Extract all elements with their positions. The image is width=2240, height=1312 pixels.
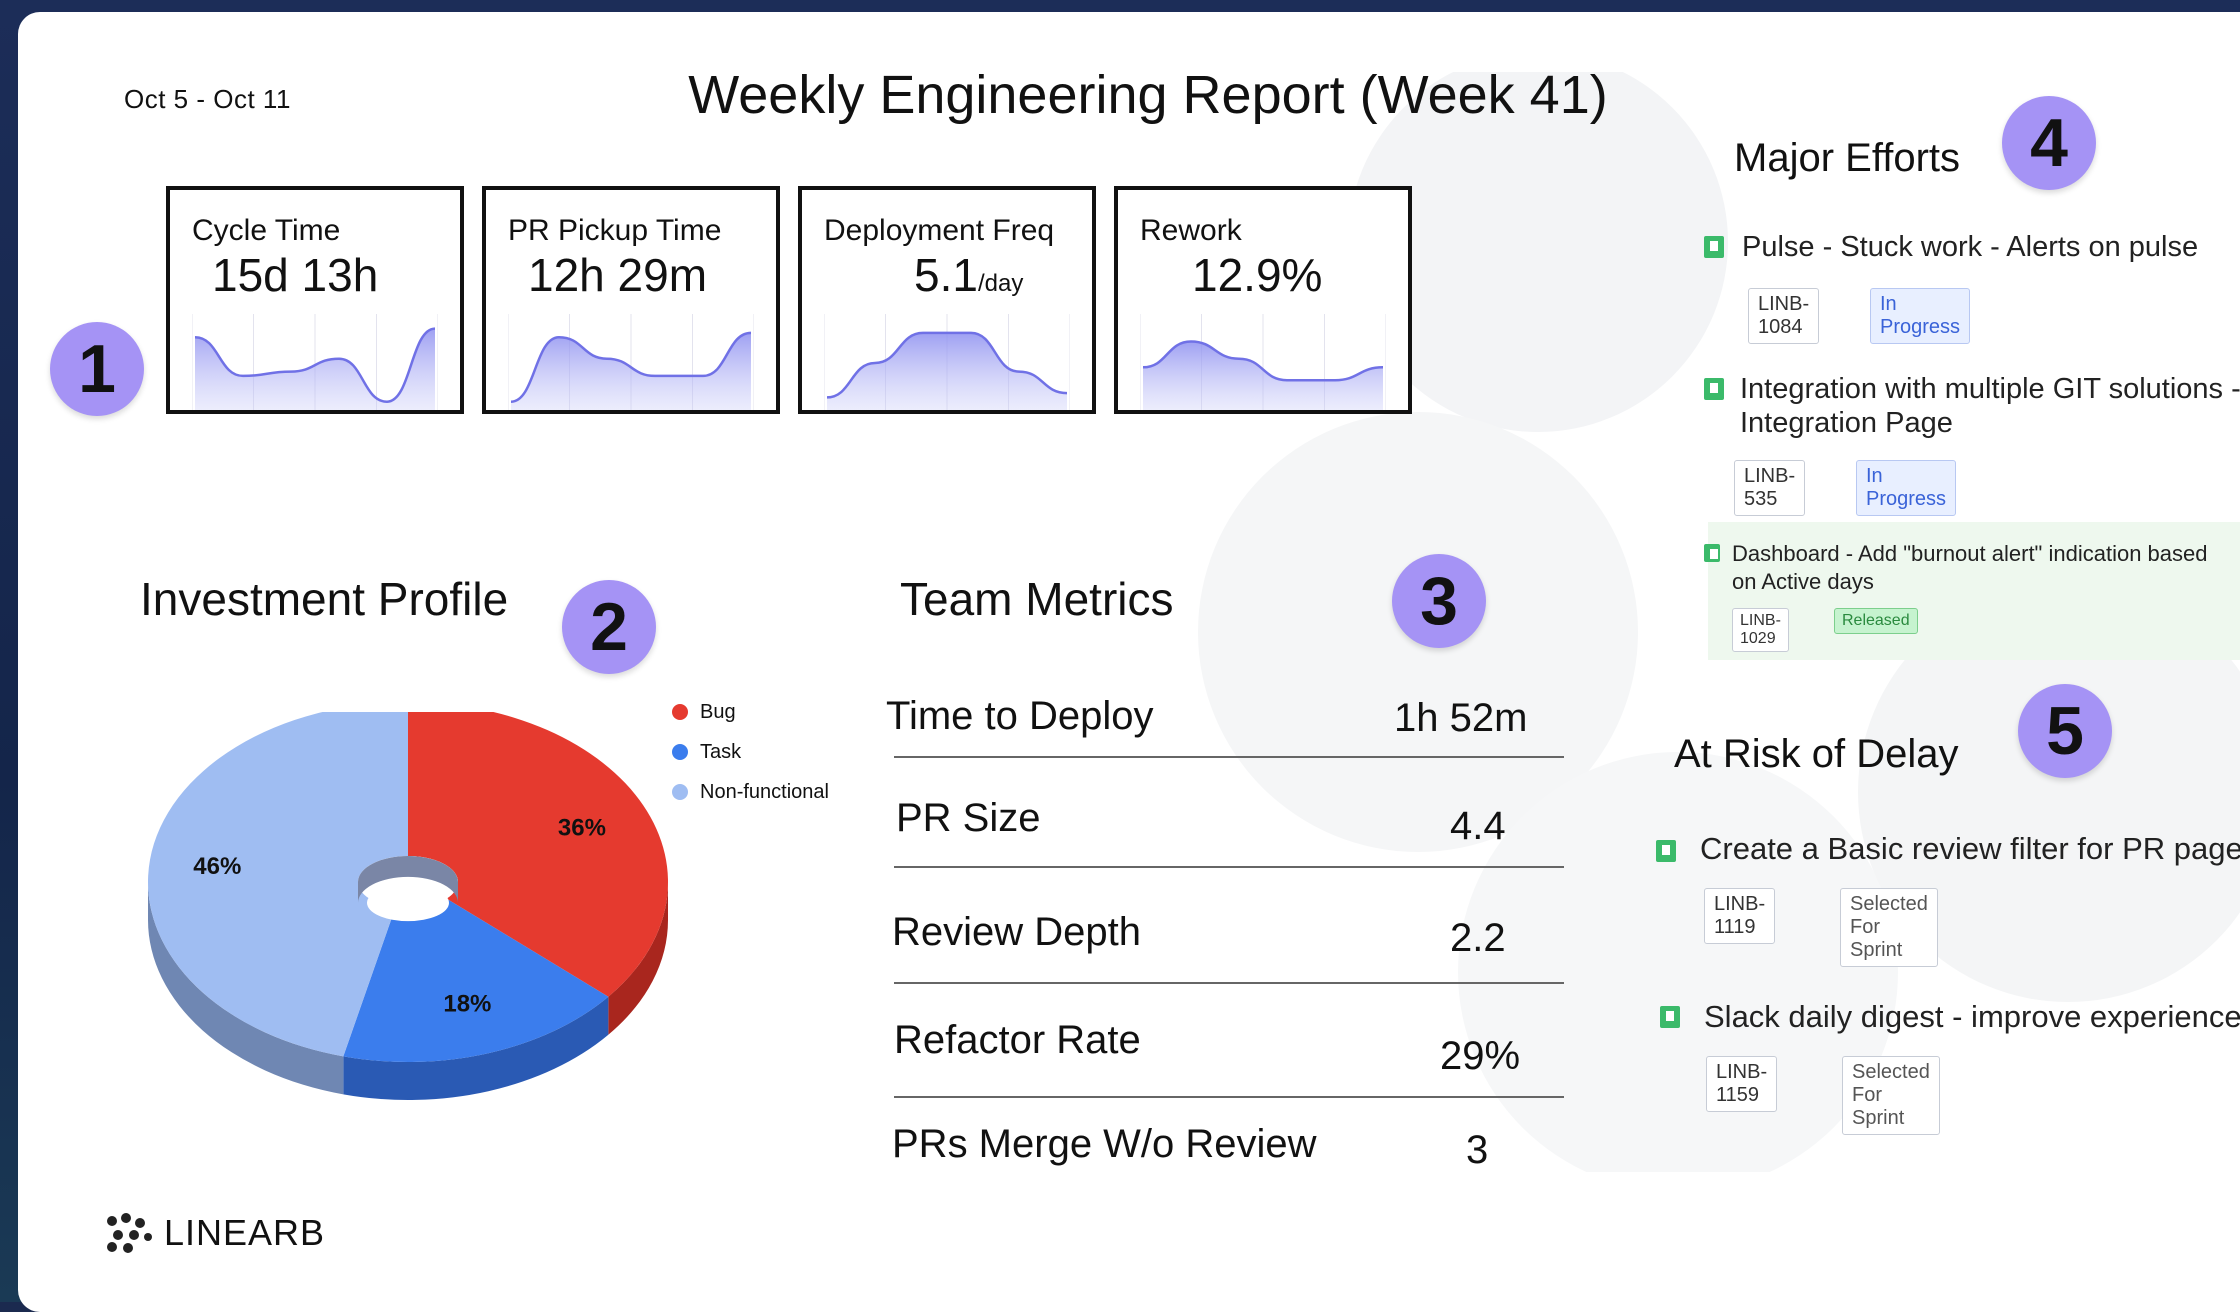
- status-tag: Selected For Sprint: [1842, 1056, 1940, 1135]
- legend-item: Task: [672, 732, 829, 772]
- kpi-card-pr-pickup-time: PR Pickup Time 12h 29m: [482, 186, 780, 414]
- at-risk-title: At Risk of Delay: [1674, 732, 1959, 776]
- badge-5: 5: [2018, 684, 2112, 778]
- kpi-sparkline: [824, 314, 1070, 410]
- team-metrics-title: Team Metrics: [900, 573, 1174, 625]
- metric-name: Refactor Rate: [894, 1018, 1141, 1062]
- risk-title: Slack daily digest - improve experience: [1704, 999, 2240, 1034]
- investment-pie-chart: 36% 18% 46%: [148, 712, 668, 1100]
- metric-value: 29%: [1440, 1034, 1521, 1078]
- kpi-label: PR Pickup Time: [508, 214, 722, 247]
- spark-area: [827, 332, 1067, 410]
- metric-value: 3: [1466, 1128, 1489, 1172]
- effort-title: Pulse - Stuck work - Alerts on pulse: [1742, 231, 2199, 263]
- metric-value: 2.2: [1450, 916, 1506, 960]
- report-slide: Oct 5 - Oct 11 Weekly Engineering Report…: [18, 12, 2240, 1312]
- kpi-sparkline: [1140, 314, 1386, 410]
- issue-key-tag[interactable]: LINB-1029: [1732, 608, 1789, 652]
- metric-divider: [894, 756, 1564, 758]
- kpi-card-deployment-freq: Deployment Freq 5.1/day: [798, 186, 1096, 414]
- badge-2: 2: [562, 580, 656, 674]
- legend-dot: [672, 704, 688, 720]
- investment-title: Investment Profile: [140, 573, 509, 625]
- issue-key-tag[interactable]: LINB-1084: [1748, 288, 1820, 344]
- metric-divider: [894, 1096, 1564, 1098]
- pie-label: 46%: [193, 853, 241, 880]
- issue-key-tag[interactable]: LINB-535: [1734, 460, 1806, 516]
- legend-label: Task: [700, 740, 742, 763]
- status-tag: In Progress: [1870, 288, 1971, 344]
- metric-divider: [894, 982, 1564, 984]
- story-flag-icon: [1704, 236, 1724, 258]
- report-title: Weekly Engineering Report (Week 41): [688, 65, 1608, 125]
- pie-label: 18%: [443, 990, 491, 1017]
- pie-label: 36%: [558, 815, 606, 842]
- badge-3: 3: [1392, 554, 1486, 648]
- kpi-value: 15d 13h: [212, 249, 379, 301]
- legend-dot: [672, 784, 688, 800]
- kpi-value: 12h 29m: [528, 249, 708, 301]
- story-flag-icon: [1656, 840, 1676, 862]
- risk-title: Create a Basic review filter for PR page: [1700, 831, 2240, 866]
- effort-title: Integration with multiple GIT solutions …: [1740, 373, 2240, 439]
- kpi-value: 5.1/day: [914, 249, 1024, 301]
- legend-label: Bug: [700, 700, 736, 723]
- badge-4: 4: [2002, 96, 2096, 190]
- status-tag: In Progress: [1856, 460, 1957, 516]
- metric-name: PR Size: [896, 796, 1041, 840]
- metric-value: 1h 52m: [1394, 696, 1528, 740]
- kpi-sparkline: [508, 314, 754, 410]
- kpi-value: 12.9%: [1192, 249, 1323, 301]
- kpi-card-cycle-time: Cycle Time 15d 13h: [166, 186, 464, 414]
- kpi-label: Cycle Time: [192, 214, 341, 247]
- legend-item: Bug: [672, 692, 829, 732]
- metric-value: 4.4: [1450, 804, 1506, 848]
- effort-title: Dashboard - Add "burnout alert" indicati…: [1732, 541, 2208, 594]
- pie-legend: Bug Task Non-functional: [672, 692, 829, 812]
- metric-name: Review Depth: [892, 910, 1142, 954]
- metric-name: PRs Merge W/o Review: [892, 1122, 1317, 1166]
- story-flag-icon: [1660, 1006, 1680, 1028]
- status-tag: Released: [1834, 608, 1918, 634]
- legend-item: Non-functional: [672, 772, 829, 812]
- issue-key-tag[interactable]: LINB-1119: [1704, 888, 1776, 944]
- story-flag-icon: [1704, 544, 1720, 562]
- status-tag: Selected For Sprint: [1840, 888, 1938, 967]
- legend-dot: [672, 744, 688, 760]
- legend-label: Non-functional: [700, 780, 829, 803]
- kpi-label: Rework: [1140, 214, 1242, 247]
- metric-divider: [894, 866, 1564, 868]
- linearb-logo-icon: [107, 1213, 152, 1253]
- pie-hole-bottom: [367, 884, 449, 922]
- kpi-sparkline: [192, 314, 438, 410]
- kpi-card-rework: Rework 12.9%: [1114, 186, 1412, 414]
- issue-key-tag[interactable]: LINB-1159: [1706, 1056, 1778, 1112]
- kpi-label: Deployment Freq: [824, 214, 1055, 247]
- story-flag-icon: [1704, 378, 1724, 400]
- linearb-logo: LINEARB: [106, 1212, 325, 1254]
- metric-name: Time to Deploy: [886, 694, 1154, 738]
- major-efforts-title: Major Efforts: [1734, 136, 1960, 180]
- logo-text: LINEARB: [164, 1212, 326, 1253]
- badge-1: 1: [50, 322, 144, 416]
